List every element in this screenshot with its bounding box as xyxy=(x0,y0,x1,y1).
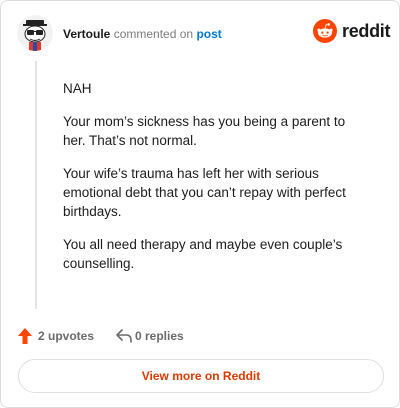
arrow-up-icon[interactable] xyxy=(17,327,33,345)
comment-paragraph: NAH xyxy=(63,81,92,96)
reddit-logo[interactable]: reddit xyxy=(313,19,391,45)
comment-paragraph: Your mom’s sickness has you being a pare… xyxy=(63,114,346,148)
byline-action: commented on xyxy=(113,27,194,41)
snoo-avatar-icon xyxy=(17,15,53,51)
upvote-count: 2 upvotes xyxy=(38,329,95,343)
post-link[interactable]: post xyxy=(196,27,221,41)
comment-body: NAH Your mom’s sickness has you being a … xyxy=(63,79,363,287)
comment-paragraph: You all need therapy and maybe even coup… xyxy=(63,237,343,271)
comment-footer: 2 upvotes 0 replies xyxy=(17,326,267,346)
user-avatar[interactable] xyxy=(17,15,53,51)
reply-arrow-icon[interactable] xyxy=(115,327,133,345)
username-link[interactable]: Vertoule xyxy=(63,27,110,41)
thread-line xyxy=(35,61,37,309)
comment-header: Vertoule commented on post reddit xyxy=(17,15,391,53)
comment-byline: Vertoule commented on post xyxy=(63,27,222,41)
embedded-comment-card: Vertoule commented on post reddit NAH Yo… xyxy=(0,0,400,408)
reply-count: 0 replies xyxy=(135,329,184,343)
view-more-button[interactable]: View more on Reddit xyxy=(18,359,384,393)
comment-paragraph: Your wife’s trauma has left her with ser… xyxy=(63,166,346,219)
reddit-snoo-icon xyxy=(313,19,337,43)
reddit-wordmark: reddit xyxy=(342,21,391,41)
